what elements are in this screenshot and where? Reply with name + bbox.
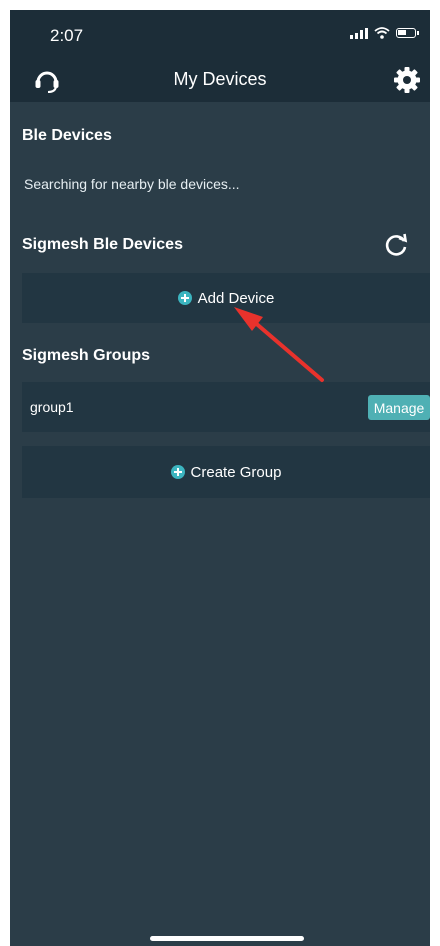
- ble-section-title: Ble Devices: [22, 127, 112, 144]
- status-icons: [350, 27, 419, 39]
- sigmesh-groups-title: Sigmesh Groups: [22, 347, 151, 364]
- create-group-label: Create Group: [190, 463, 282, 481]
- add-device-label: Add Device: [197, 289, 275, 307]
- manage-button[interactable]: Manage: [368, 395, 430, 420]
- sigmesh-devices-title: Sigmesh Ble Devices: [22, 236, 183, 253]
- plus-circle-icon: [177, 291, 192, 305]
- ble-search-status: Searching for nearby ble devices...: [24, 176, 240, 192]
- add-device-button[interactable]: Add Device: [22, 273, 430, 323]
- battery-icon: [396, 28, 419, 38]
- signal-icon: [350, 27, 368, 39]
- group-row: group1 Manage: [22, 382, 430, 432]
- top-bar: 2:07 My Devices: [10, 10, 430, 102]
- home-indicator: [150, 936, 304, 941]
- create-group-button[interactable]: Create Group: [22, 446, 430, 498]
- status-time: 2:07: [50, 26, 84, 45]
- gear-icon[interactable]: [392, 65, 422, 95]
- group-name: group1: [30, 399, 74, 415]
- wifi-icon: [374, 27, 390, 39]
- page-title: My Devices: [173, 69, 267, 89]
- app-screen: 2:07 My Devices Ble Devices Searching fo…: [10, 10, 430, 946]
- plus-circle-icon: [170, 465, 185, 479]
- refresh-icon[interactable]: [382, 231, 410, 259]
